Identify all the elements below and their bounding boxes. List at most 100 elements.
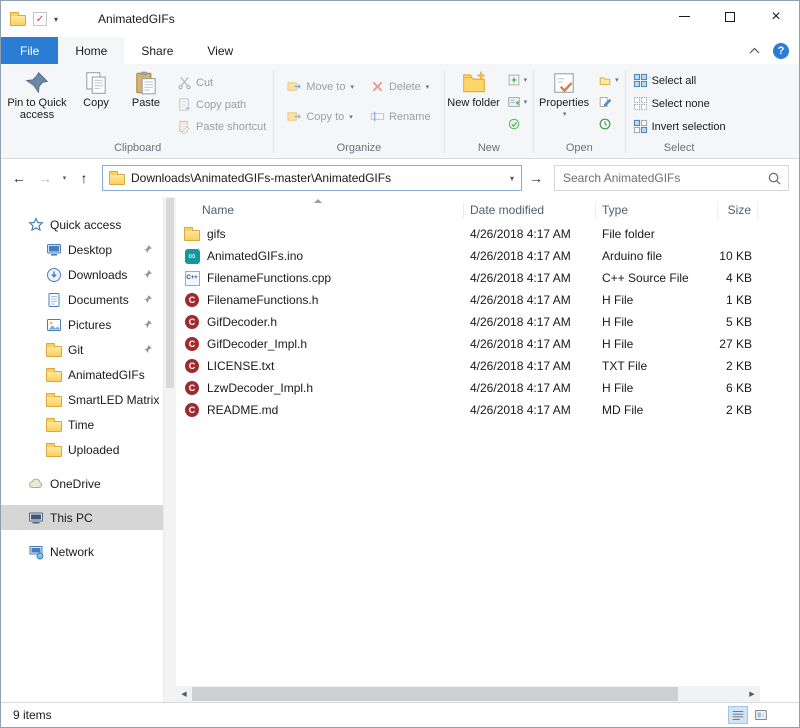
dropdown-chevron-icon: ▾ xyxy=(426,83,430,91)
copy-path-button[interactable]: Copy path xyxy=(177,97,266,112)
scroll-left-icon[interactable]: ◀ xyxy=(176,690,192,698)
file-name: LzwDecoder_Impl.h xyxy=(207,381,313,395)
select-all-button[interactable]: Select all xyxy=(633,73,726,88)
customize-toolbar-chevron-icon[interactable]: ▾ xyxy=(54,15,58,24)
file-date-modified: 4/26/2018 4:17 AM xyxy=(464,337,596,351)
easy-access-green-button[interactable] xyxy=(507,117,528,131)
sidebar-scrollbar-thumb[interactable] xyxy=(166,198,174,388)
new-item-button[interactable]: ▾ xyxy=(507,73,528,87)
sidebar-item-downloads[interactable]: Downloads xyxy=(1,262,163,287)
file-type: H File xyxy=(596,381,718,395)
file-row-gifdecoder-h[interactable]: CGifDecoder.h4/26/2018 4:17 AMH File5 KB xyxy=(176,311,799,333)
open-button[interactable]: ▾ xyxy=(598,73,619,87)
address-path[interactable]: Downloads\AnimatedGIFs-master\AnimatedGI… xyxy=(131,171,501,185)
sidebar-item-onedrive[interactable]: OneDrive xyxy=(1,471,163,496)
address-dropdown-chevron-icon[interactable]: ▾ xyxy=(507,174,517,183)
address-bar[interactable]: Downloads\AnimatedGIFs-master\AnimatedGI… xyxy=(102,165,522,191)
properties-button[interactable]: Properties ▾ xyxy=(535,66,593,118)
column-header-type[interactable]: Type xyxy=(596,202,718,219)
organize-group-label: Organize xyxy=(275,141,442,158)
collapse-ribbon-chevron-icon[interactable] xyxy=(749,47,760,54)
sidebar-item-this-pc[interactable]: This PC xyxy=(1,505,163,530)
tab-view[interactable]: View xyxy=(190,37,250,64)
tab-file[interactable]: File xyxy=(1,37,58,64)
column-header-name[interactable]: Name xyxy=(176,202,464,219)
file-row-filenamefunctions-h[interactable]: CFilenameFunctions.h4/26/2018 4:17 AMH F… xyxy=(176,289,799,311)
code-icon: C xyxy=(184,358,200,374)
select-none-button[interactable]: Select none xyxy=(633,96,726,111)
refresh-go-button[interactable]: → xyxy=(524,170,548,186)
pushpin-icon xyxy=(142,319,153,330)
easy-access-button[interactable]: ▾ xyxy=(507,95,528,109)
ribbon: Pin to Quick access Copy Paste Cut xyxy=(1,64,799,159)
file-type: H File xyxy=(596,315,718,329)
open-folder-icon xyxy=(598,73,612,87)
column-header-size[interactable]: Size xyxy=(718,202,758,219)
code-icon: C xyxy=(184,402,200,418)
paste-shortcut-button[interactable]: Paste shortcut xyxy=(177,119,266,134)
copy-button[interactable]: Copy xyxy=(71,66,121,109)
history-button[interactable] xyxy=(598,117,619,131)
file-row-animatedgifs-ino[interactable]: ∞AnimatedGIFs.ino4/26/2018 4:17 AMArduin… xyxy=(176,245,799,267)
cut-button[interactable]: Cut xyxy=(177,75,266,90)
folder-icon xyxy=(184,226,200,242)
sidebar-item-desktop[interactable]: Desktop xyxy=(1,237,163,262)
file-row-gifs[interactable]: gifs4/26/2018 4:17 AMFile folder xyxy=(176,223,799,245)
sidebar-item-documents[interactable]: Documents xyxy=(1,287,163,312)
delete-button[interactable]: Delete▾ xyxy=(370,79,431,94)
pin-to-quick-access-button[interactable]: Pin to Quick access xyxy=(3,66,71,121)
sidebar-scrollbar[interactable] xyxy=(163,197,176,702)
help-icon[interactable]: ? xyxy=(773,43,789,59)
search-box[interactable] xyxy=(554,165,789,191)
sidebar-item-smartled-matrix[interactable]: SmartLED Matrix xyxy=(1,387,163,412)
copy-path-icon xyxy=(177,97,192,112)
scroll-right-icon[interactable]: ▶ xyxy=(744,690,760,698)
sidebar-item-time[interactable]: Time xyxy=(1,412,163,437)
close-button[interactable]: × xyxy=(753,1,799,32)
column-header-date-modified[interactable]: Date modified xyxy=(464,202,596,219)
select-none-icon xyxy=(633,96,648,111)
move-to-button[interactable]: Move to▾ xyxy=(287,79,354,94)
sidebar-item-animatedgifs[interactable]: AnimatedGIFs xyxy=(1,362,163,387)
file-type: MD File xyxy=(596,403,718,417)
copy-to-button[interactable]: Copy to▾ xyxy=(287,109,354,124)
sidebar-item-uploaded[interactable]: Uploaded xyxy=(1,437,163,462)
properties-quick-icon[interactable]: ✓ xyxy=(33,12,47,26)
new-folder-button[interactable]: New folder xyxy=(446,66,502,109)
sidebar-item-pictures[interactable]: Pictures xyxy=(1,312,163,337)
tab-share[interactable]: Share xyxy=(124,37,190,64)
sidebar-item-quick-access[interactable]: Quick access xyxy=(1,212,163,237)
file-row-readme-md[interactable]: CREADME.md4/26/2018 4:17 AMMD File2 KB xyxy=(176,399,799,421)
file-name: README.md xyxy=(207,403,278,417)
copy-icon xyxy=(83,70,109,96)
forward-button[interactable]: → xyxy=(33,170,57,186)
thumbnails-view-button[interactable] xyxy=(751,706,771,724)
file-row-gifdecoder-impl-h[interactable]: CGifDecoder_Impl.h4/26/2018 4:17 AMH Fil… xyxy=(176,333,799,355)
edit-button[interactable] xyxy=(598,95,619,109)
up-button[interactable]: ↑ xyxy=(72,170,96,186)
invert-selection-button[interactable]: Invert selection xyxy=(633,119,726,134)
file-type: File folder xyxy=(596,227,718,241)
star-icon xyxy=(27,217,44,233)
horizontal-scrollbar[interactable]: ◀ ▶ xyxy=(176,686,760,702)
back-button[interactable]: ← xyxy=(7,170,31,186)
paste-button[interactable]: Paste xyxy=(121,66,171,109)
maximize-button[interactable] xyxy=(707,1,753,32)
sidebar-item-git[interactable]: Git xyxy=(1,337,163,362)
title-bar[interactable]: ✓ ▾ AnimatedGIFs × xyxy=(1,1,799,37)
recent-locations-chevron-icon[interactable]: ▾ xyxy=(59,174,70,182)
file-row-lzwdecoder-impl-h[interactable]: CLzwDecoder_Impl.h4/26/2018 4:17 AMH Fil… xyxy=(176,377,799,399)
rename-button[interactable]: Rename xyxy=(370,109,431,124)
minimize-button[interactable] xyxy=(661,1,707,32)
tab-home[interactable]: Home xyxy=(58,37,124,64)
file-row-filenamefunctions-cpp[interactable]: C++FilenameFunctions.cpp4/26/2018 4:17 A… xyxy=(176,267,799,289)
sort-ascending-icon[interactable] xyxy=(314,199,322,203)
scrollbar-thumb[interactable] xyxy=(192,687,678,701)
details-view-button[interactable] xyxy=(728,706,748,724)
search-icon[interactable] xyxy=(767,171,782,186)
file-row-license-txt[interactable]: CLICENSE.txt4/26/2018 4:17 AMTXT File2 K… xyxy=(176,355,799,377)
sidebar-item-network[interactable]: Network xyxy=(1,539,163,564)
ribbon-group-organize: Move to▾ Copy to▾ Delete▾ Rename xyxy=(275,66,442,158)
scrollbar-track[interactable] xyxy=(192,686,744,702)
search-input[interactable] xyxy=(563,171,767,185)
